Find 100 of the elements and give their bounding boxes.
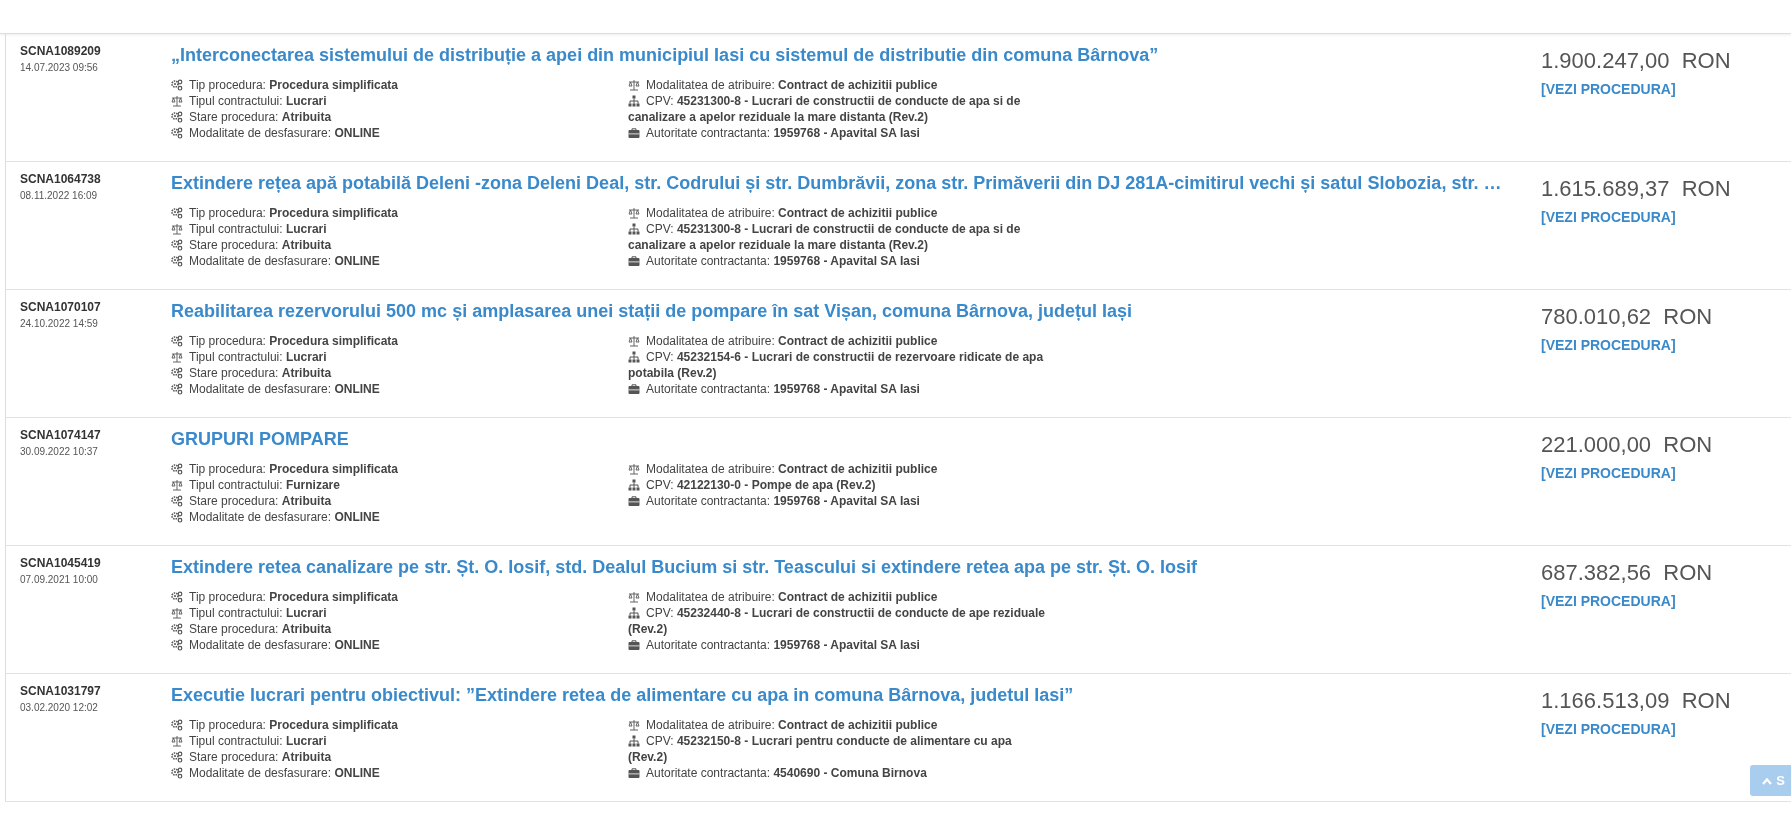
gears-icon <box>171 255 183 267</box>
gears-icon <box>171 335 183 347</box>
detail-line: Tip procedura: Procedura simplificata <box>171 205 628 221</box>
view-procedure-link[interactable]: [VEZI PROCEDURA] <box>1541 593 1676 609</box>
detail-line: Modalitatea de atribuire: Contract de achizitii publice <box>628 461 1048 477</box>
scale-icon <box>628 463 640 475</box>
gears-icon <box>171 239 183 251</box>
detail-line: Tip procedura: Procedura simplificata <box>171 717 628 733</box>
procedure-date: 03.02.2020 12:02 <box>20 701 99 715</box>
detail-line: Stare procedura: Atribuita <box>171 109 628 125</box>
gears-icon <box>171 639 183 651</box>
scale-icon <box>171 95 183 107</box>
detail-line: CPV: 45231300-8 - Lucrari de constructii de conducte de apa si de canalizare a apelor reziduale la mare distanta (Rev.2) <box>628 93 1022 125</box>
view-procedure-link[interactable]: [VEZI PROCEDURA] <box>1541 465 1676 481</box>
detail-line: Modalitate de desfasurare: ONLINE <box>171 253 628 269</box>
detail-line: Autoritate contractanta: 1959768 - Apavital SA Iasi <box>628 381 1048 397</box>
detail-line: Modalitate de desfasurare: ONLINE <box>171 765 628 781</box>
detail-line: Stare procedura: Atribuita <box>171 365 628 381</box>
procedure-code: SCNA1074147 <box>20 427 102 444</box>
detail-line: Autoritate contractanta: 1959768 - Apavital SA Iasi <box>628 493 1048 509</box>
detail-line: Modalitate de desfasurare: ONLINE <box>171 381 628 397</box>
procedure-title-link[interactable]: Executie lucrari pentru obiectivul: ”Extindere retea de alimentare cu apa in comuna Bârnova, judetul Iasi” <box>171 682 1074 709</box>
detail-line: Modalitatea de atribuire: Contract de achizitii publice <box>628 77 1048 93</box>
detail-line: CPV: 42122130-0 - Pompe de apa (Rev.2) <box>628 477 1048 493</box>
procedure-date: 14.07.2023 09:56 <box>20 61 99 75</box>
view-procedure-link[interactable]: [VEZI PROCEDURA] <box>1541 337 1676 353</box>
detail-line: Tip procedura: Procedura simplificata <box>171 589 628 605</box>
detail-line: Modalitatea de atribuire: Contract de achizitii publice <box>628 717 1048 733</box>
procedure-value: 1.166.513,09 RON <box>1541 687 1732 715</box>
briefcase-icon <box>628 495 640 507</box>
detail-line: Modalitatea de atribuire: Contract de achizitii publice <box>628 589 1048 605</box>
procedure-title-link[interactable]: Extindere rețea apă potabilă Deleni -zona Deleni Deal, str. Codrului și str. Dumbrăvii, zona str. Primăverii din DJ 281A-cimitirul vechi și satul Slobozia, str. … <box>171 170 1502 197</box>
procedure-title-link[interactable]: Extindere retea canalizare pe str. Șt. O. Iosif, std. Dealul Bucium si str. Teascului si extindere retea apa pe str. Șt. O. Iosif <box>171 554 1198 581</box>
gears-icon <box>171 751 183 763</box>
procedure-title-link[interactable]: Reabilitarea rezervorului 500 mc și amplasarea unei stații de pompare în sat Vișan, comuna Bârnova, județul Iași <box>171 298 1133 325</box>
detail-line: Autoritate contractanta: 1959768 - Apavital SA Iasi <box>628 637 1048 653</box>
detail-line: Stare procedura: Atribuita <box>171 621 628 637</box>
procedure-value: 1.900.247,00 RON <box>1541 47 1732 75</box>
gears-icon <box>171 511 183 523</box>
procedure-date: 08.11.2022 16:09 <box>20 189 99 203</box>
scale-icon <box>171 735 183 747</box>
sitemap-icon <box>628 351 640 363</box>
detail-line: Stare procedura: Atribuita <box>171 749 628 765</box>
detail-line: Tipul contractului: Lucrari <box>171 349 628 365</box>
detail-line: Autoritate contractanta: 1959768 - Apavital SA Iasi <box>628 125 1048 141</box>
detail-line: Tipul contractului: Lucrari <box>171 733 628 749</box>
gears-icon <box>171 623 183 635</box>
detail-line: Modalitatea de atribuire: Contract de achizitii publice <box>628 333 1048 349</box>
gears-icon <box>171 207 183 219</box>
briefcase-icon <box>628 639 640 651</box>
sitemap-icon <box>628 735 640 747</box>
scale-icon <box>171 479 183 491</box>
detail-line: Tipul contractului: Lucrari <box>171 93 628 109</box>
procedure-date: 30.09.2022 10:37 <box>20 445 99 459</box>
procedure-code: SCNA1089209 <box>20 43 102 60</box>
sitemap-icon <box>628 95 640 107</box>
briefcase-icon <box>628 255 640 267</box>
detail-line: CPV: 45232154-6 - Lucrari de constructii de rezervoare ridicate de apa potabila (Rev.2) <box>628 349 1045 381</box>
scale-icon <box>628 719 640 731</box>
detail-line: Autoritate contractanta: 1959768 - Apavital SA Iasi <box>628 253 1048 269</box>
procedure-code: SCNA1031797 <box>20 683 102 700</box>
detail-line: CPV: 45231300-8 - Lucrari de constructii de conducte de apa si de canalizare a apelor reziduale la mare distanta (Rev.2) <box>628 221 1022 253</box>
procedure-value: 1.615.689,37 RON <box>1541 175 1732 203</box>
scale-icon <box>628 335 640 347</box>
briefcase-icon <box>628 383 640 395</box>
detail-line: Tip procedura: Procedura simplificata <box>171 333 628 349</box>
detail-line: Tip procedura: Procedura simplificata <box>171 461 628 477</box>
gears-icon <box>171 495 183 507</box>
detail-line: Stare procedura: Atribuita <box>171 493 628 509</box>
detail-line: CPV: 45232440-8 - Lucrari de constructii de conducte de ape reziduale (Rev.2) <box>628 605 1047 637</box>
view-procedure-link[interactable]: [VEZI PROCEDURA] <box>1541 81 1676 97</box>
detail-line: Tipul contractului: Furnizare <box>171 477 628 493</box>
gears-icon <box>171 79 183 91</box>
gears-icon <box>171 111 183 123</box>
detail-line: Tipul contractului: Lucrari <box>171 605 628 621</box>
detail-line: Modalitate de desfasurare: ONLINE <box>171 637 628 653</box>
sitemap-icon <box>628 607 640 619</box>
gears-icon <box>171 127 183 139</box>
gears-icon <box>171 463 183 475</box>
briefcase-icon <box>628 767 640 779</box>
view-procedure-link[interactable]: [VEZI PROCEDURA] <box>1541 209 1676 225</box>
sitemap-icon <box>628 479 640 491</box>
detail-line: CPV: 45232150-8 - Lucrari pentru conducte de alimentare cu apa (Rev.2) <box>628 733 1013 765</box>
procedure-title-link[interactable]: GRUPURI POMPARE <box>171 426 349 453</box>
detail-line: Modalitate de desfasurare: ONLINE <box>171 509 628 525</box>
procedure-date: 07.09.2021 10:00 <box>20 573 99 587</box>
gears-icon <box>171 719 183 731</box>
scale-icon <box>628 591 640 603</box>
view-procedure-link[interactable]: [VEZI PROCEDURA] <box>1541 721 1676 737</box>
detail-line: Tipul contractului: Lucrari <box>171 221 628 237</box>
gears-icon <box>171 591 183 603</box>
chevron-up-icon <box>1762 777 1773 786</box>
gears-icon <box>171 383 183 395</box>
scale-icon <box>171 351 183 363</box>
procedure-title-link[interactable]: „Interconectarea sistemului de distribuție a apei din municipiul Iasi cu sistemul de distributie din comuna Bârnova” <box>171 42 1159 69</box>
detail-line: Tip procedura: Procedura simplificata <box>171 77 628 93</box>
procedure-code: SCNA1045419 <box>20 555 102 572</box>
procedure-code: SCNA1070107 <box>20 299 102 316</box>
detail-line: Modalitate de desfasurare: ONLINE <box>171 125 628 141</box>
sitemap-icon <box>628 223 640 235</box>
